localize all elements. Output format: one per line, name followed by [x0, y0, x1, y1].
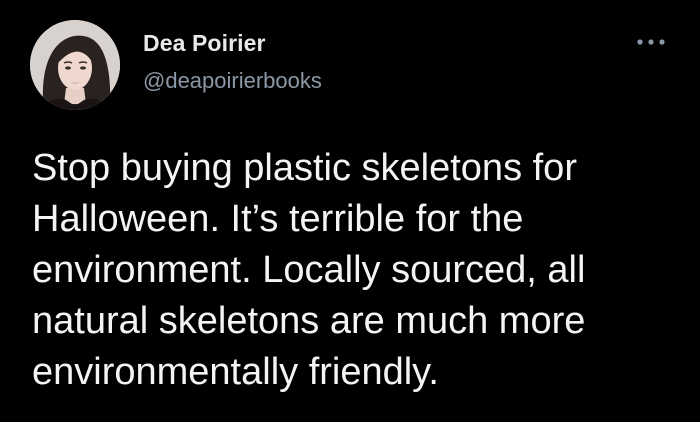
more-options-button[interactable] — [628, 28, 674, 56]
tweet-card: Dea Poirier @deapoirierbooks Stop buying… — [0, 0, 700, 422]
profile-photo-icon — [30, 20, 120, 110]
avatar[interactable] — [30, 20, 120, 110]
author-display-name[interactable]: Dea Poirier — [143, 30, 266, 57]
author-handle[interactable]: @deapoirierbooks — [143, 68, 322, 94]
tweet-text: Stop buying plastic skeletons for Hallow… — [32, 147, 586, 393]
more-options-icon — [637, 39, 665, 45]
